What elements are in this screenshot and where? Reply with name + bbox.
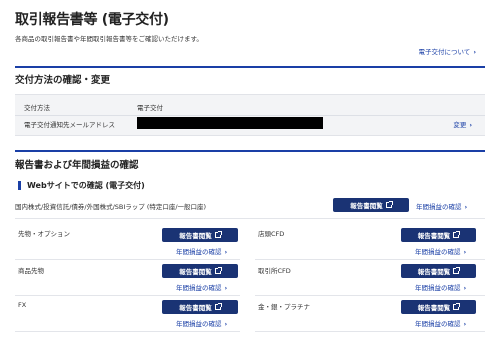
chevron-right-icon: ›: [463, 320, 467, 328]
section-divider: [15, 66, 485, 68]
row-divider: [255, 295, 485, 296]
external-link-icon: [214, 303, 222, 310]
product-label-commodity-futures: 商品先物: [18, 267, 44, 275]
delivery-info-box: 交付方法 電子交付 電子交付通知先メールアドレス 変更 ›: [15, 94, 485, 136]
view-report-button-precious-metals[interactable]: 報告書閲覧: [401, 300, 476, 314]
row-divider: [255, 331, 485, 332]
row-divider: [15, 259, 240, 260]
chevron-right-icon: ›: [469, 121, 472, 129]
redacted-email: [137, 117, 323, 129]
row-divider: [15, 295, 240, 296]
change-email-link[interactable]: 変更 ›: [453, 119, 472, 129]
external-link-icon: [453, 231, 461, 238]
delivery-section-title: 交付方法の確認・変更: [15, 75, 111, 86]
section-divider: [15, 150, 485, 152]
page-title: 取引報告書等 (電子交付): [15, 12, 169, 28]
product-label-otc-cfd: 店頭CFD: [258, 230, 285, 238]
external-link-icon: [453, 267, 461, 274]
view-report-button-otc-cfd[interactable]: 報告書閲覧: [401, 228, 476, 242]
chevron-right-icon: ›: [224, 320, 228, 328]
view-report-button-exchange-cfd[interactable]: 報告書閲覧: [401, 264, 476, 278]
annual-loss-link-otc-cfd[interactable]: 年間損益の確認 ›: [415, 246, 466, 256]
annual-loss-link-domestic[interactable]: 年間損益の確認 ›: [416, 201, 467, 211]
product-label-futures-options: 先物・オプション: [18, 230, 70, 238]
external-link-icon: [385, 201, 393, 208]
email-label: 電子交付通知先メールアドレス: [24, 121, 115, 129]
chevron-right-icon: ›: [473, 48, 476, 56]
about-electronic-delivery-link[interactable]: 電子交付について ›: [419, 46, 477, 56]
product-label-precious-metals: 金・銀・プラチナ: [258, 303, 310, 311]
chevron-right-icon: ›: [224, 248, 228, 256]
external-link-icon: [453, 303, 461, 310]
product-label-domestic: 国内株式/投資信託/債券/外国株式/SBIラップ (特定口座/一般口座): [15, 203, 207, 211]
view-report-button-futures-options[interactable]: 報告書閲覧: [162, 228, 238, 242]
annual-loss-link-commodity-futures[interactable]: 年間損益の確認 ›: [176, 282, 227, 292]
row-divider: [15, 331, 240, 332]
reports-section-title: 報告書および年間損益の確認: [15, 160, 139, 171]
external-link-icon: [214, 267, 222, 274]
product-label-exchange-cfd: 取引所CFD: [258, 267, 291, 275]
row-divider: [15, 218, 485, 219]
chevron-right-icon: ›: [464, 203, 468, 211]
delivery-method-label: 交付方法: [24, 104, 50, 112]
annual-loss-link-fx[interactable]: 年間損益の確認 ›: [176, 318, 227, 328]
annual-loss-link-precious-metals[interactable]: 年間損益の確認 ›: [415, 318, 466, 328]
web-subtitle: Webサイトでの確認 (電子交付): [18, 181, 145, 190]
delivery-method-value: 電子交付: [137, 104, 163, 112]
chevron-right-icon: ›: [463, 248, 467, 256]
page-description: 各商品の取引報告書や年間取引報告書等をご確認いただけます。: [15, 35, 203, 43]
view-report-button-commodity-futures[interactable]: 報告書閲覧: [162, 264, 238, 278]
annual-loss-link-exchange-cfd[interactable]: 年間損益の確認 ›: [415, 282, 466, 292]
chevron-right-icon: ›: [463, 284, 467, 292]
row-divider: [255, 259, 485, 260]
view-report-button-domestic[interactable]: 報告書閲覧: [333, 198, 409, 212]
box-divider: [15, 115, 485, 116]
view-report-button-fx[interactable]: 報告書閲覧: [162, 300, 238, 314]
product-label-fx: FX: [18, 301, 27, 309]
annual-loss-link-futures-options[interactable]: 年間損益の確認 ›: [176, 246, 227, 256]
external-link-icon: [214, 231, 222, 238]
chevron-right-icon: ›: [224, 284, 228, 292]
